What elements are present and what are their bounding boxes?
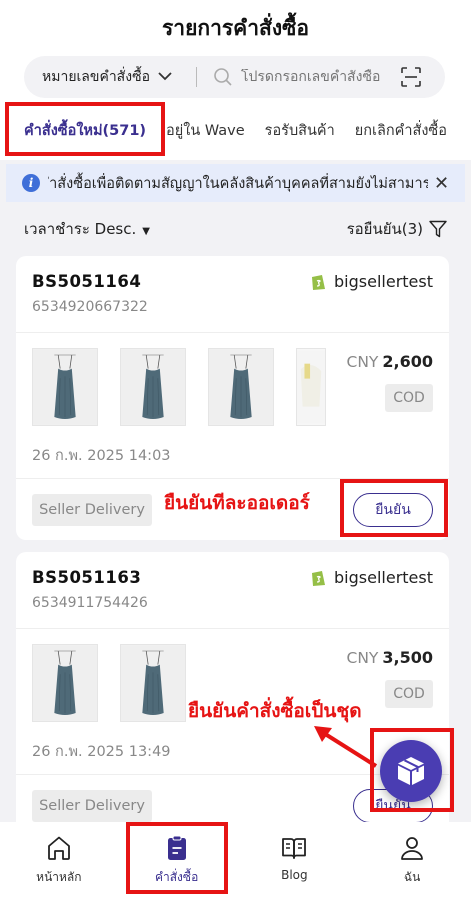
payment-method-badge: COD bbox=[385, 384, 433, 412]
platform-order-number: 6534920667322 bbox=[32, 299, 148, 315]
annotation-box-tab bbox=[5, 102, 165, 156]
payment-method-badge: COD bbox=[385, 680, 433, 708]
order-date: 26 ก.พ. 2025 13:49 bbox=[32, 744, 171, 760]
order-price: CNY 2,600 bbox=[346, 352, 434, 371]
nav-blog-label: Blog bbox=[281, 868, 308, 882]
delivery-method-badge: Seller Delivery bbox=[32, 790, 152, 822]
home-icon bbox=[47, 836, 70, 860]
scan-icon[interactable] bbox=[401, 67, 421, 87]
nav-profile-label: ฉัน bbox=[403, 870, 421, 884]
delivery-method-badge: Seller Delivery bbox=[32, 494, 152, 526]
info-icon: i bbox=[22, 174, 40, 192]
tab-cancelled[interactable]: ยกเลิกคำสั่งซื้อ bbox=[345, 119, 457, 142]
chevron-down-icon bbox=[158, 70, 172, 85]
search-bar: หมายเลขคำสั่งซื้อ bbox=[24, 56, 445, 98]
shop-name: bigsellertest bbox=[334, 272, 433, 291]
info-notice: i ก่อนส่งต่อคำสั่งซื้อเพื่อติดตามสัญญาใน… bbox=[6, 164, 465, 202]
close-icon[interactable]: ✕ bbox=[434, 173, 449, 194]
pending-filter[interactable]: รอยืนยัน(3) bbox=[347, 217, 447, 241]
product-thumbnail[interactable] bbox=[296, 348, 326, 426]
annotation-box-confirm bbox=[340, 479, 448, 537]
notice-text: ก่อนส่งต่อคำสั่งซื้อเพื่อติดตามสัญญาในคล… bbox=[48, 175, 428, 192]
product-thumbnail[interactable] bbox=[32, 644, 98, 722]
shopify-icon bbox=[312, 274, 326, 290]
search-icon bbox=[214, 68, 232, 86]
product-thumbnail[interactable] bbox=[32, 348, 98, 426]
page-title: รายการคำสั่งซื้อ bbox=[162, 16, 309, 40]
product-thumbnail[interactable] bbox=[120, 348, 186, 426]
sort-label: เวลาชำระ Desc. bbox=[24, 220, 137, 238]
nav-blog[interactable]: Blog bbox=[236, 822, 354, 924]
annotation-box-fab bbox=[370, 728, 454, 812]
platform-order-number: 6534911754426 bbox=[32, 595, 148, 611]
caret-down-icon: ▼ bbox=[142, 226, 150, 237]
shopify-icon bbox=[312, 570, 326, 586]
book-icon bbox=[282, 838, 307, 859]
tab-awaiting-pickup[interactable]: รอรับสินค้า bbox=[255, 119, 345, 142]
order-number: BS5051163 bbox=[32, 568, 142, 587]
sort-bar: เวลาชำระ Desc. ▼ รอยืนยัน(3) bbox=[0, 212, 471, 246]
shop-info: bigsellertest bbox=[310, 272, 433, 291]
divider bbox=[16, 628, 449, 629]
order-price: CNY 3,500 bbox=[346, 648, 434, 667]
product-thumbnail[interactable] bbox=[120, 644, 186, 722]
annotation-confirm-each: ยืนยันทีละออเดอร์ bbox=[164, 492, 310, 514]
order-date: 26 ก.พ. 2025 14:03 bbox=[32, 448, 171, 464]
filter-icon bbox=[429, 220, 447, 238]
user-icon bbox=[401, 837, 424, 860]
shop-name: bigsellertest bbox=[334, 568, 433, 587]
shop-info: bigsellertest bbox=[310, 568, 433, 587]
sort-dropdown[interactable]: เวลาชำระ Desc. ▼ bbox=[24, 217, 150, 241]
pending-label: รอยืนยัน(3) bbox=[346, 220, 423, 238]
nav-home[interactable]: หน้าหลัก bbox=[0, 822, 118, 924]
nav-profile[interactable]: ฉัน bbox=[353, 822, 471, 924]
divider bbox=[16, 332, 449, 333]
search-separator bbox=[196, 67, 197, 87]
search-type-dropdown[interactable]: หมายเลขคำสั่งซื้อ bbox=[24, 66, 196, 88]
tab-in-wave[interactable]: อยู่ใน Wave bbox=[156, 119, 255, 142]
search-input[interactable] bbox=[241, 69, 391, 85]
annotation-box-nav bbox=[126, 822, 228, 894]
product-thumbnail[interactable] bbox=[208, 348, 274, 426]
search-type-label: หมายเลขคำสั่งซื้อ bbox=[42, 69, 150, 85]
nav-home-label: หน้าหลัก bbox=[36, 870, 82, 884]
bottom-navigation: หน้าหลัก คำสั่งซื้อ Blog ฉัน bbox=[0, 822, 471, 924]
order-number: BS5051164 bbox=[32, 272, 142, 291]
